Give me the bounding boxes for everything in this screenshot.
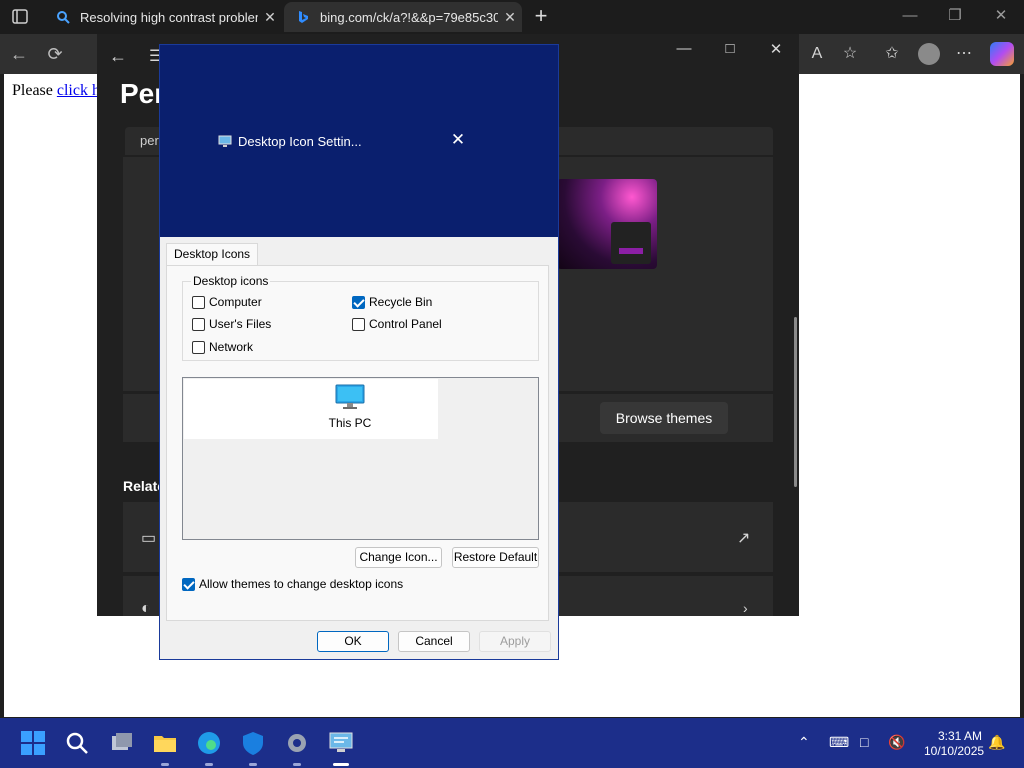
more-icon[interactable]: ⋯ [952,43,976,67]
checkbox-box[interactable] [192,340,205,354]
refresh-icon[interactable]: ⟳ [42,42,68,68]
tab-desktop-icons[interactable]: Desktop Icons [166,243,259,265]
checkbox-box[interactable] [192,295,205,309]
favorites-icon[interactable]: ✩ [880,43,904,67]
restore-default-button[interactable]: Restore Default [452,547,539,568]
keyboard-icon[interactable]: ⌨ [829,734,849,751]
tab-title: Resolving high contrast problems [80,9,258,25]
search-icon [57,11,70,24]
this-pc-label: This PC [328,416,372,430]
settings-back-icon[interactable]: ← [109,46,127,67]
favorite-star-icon[interactable]: ☆ [838,43,862,67]
restore-icon[interactable]: ❐ [940,4,970,28]
desktop-icon-list[interactable]: This PC [182,377,539,540]
search-icon[interactable] [64,730,90,756]
desktop-icon-settings-dialog: Desktop Icon Settin... ✕ Desktop Icons D… [159,44,559,660]
checkbox-box[interactable] [182,577,195,591]
tab-title: bing.com/ck/a?!&&p=79e85c305 [320,9,498,25]
external-link-icon: ↗ [737,530,751,547]
theme-swatch [611,222,651,264]
browser-tab-bar: Resolving high contrast problems ✕ bing.… [0,0,1024,34]
system-clock[interactable]: 3:31 AM 10/10/2025 [924,729,985,759]
show-hidden-icons-icon[interactable]: ⌃ [798,734,810,751]
notification-icon[interactable]: 🔔 [988,734,1005,751]
recycle-bin-checkbox[interactable]: Recycle Bin [352,295,432,309]
tab-resolving-high-contrast[interactable]: Resolving high contrast problems ✕ [44,2,282,32]
settings-maximize-icon[interactable]: □ [715,40,745,57]
page-message: Please click h [12,82,100,100]
checkbox-label: Allow themes to change desktop icons [199,577,404,591]
monitor-icon: ▭ [141,530,157,547]
bing-icon [299,11,308,23]
running-indicator [205,763,213,766]
profile-avatar[interactable] [918,43,940,65]
defender-shield-icon[interactable] [240,730,266,756]
display-icon[interactable]: □ [860,734,868,750]
checkbox-box[interactable] [352,295,365,309]
settings-minimize-icon[interactable]: — [669,40,699,57]
settings-close-icon[interactable]: ✕ [761,40,791,58]
close-icon[interactable]: ✕ [986,4,1016,28]
minimize-icon[interactable]: — [895,4,925,28]
contrast-icon: ◐ [141,600,151,616]
back-icon[interactable]: ← [6,42,32,68]
checkbox-label: Control Panel [369,317,442,331]
apply-button[interactable]: Apply [479,631,551,652]
page-message-text: Please [12,82,53,99]
tab-bing[interactable]: bing.com/ck/a?!&&p=79e85c305 ✕ [284,2,522,32]
computer-checkbox[interactable]: Computer [192,295,262,309]
allow-themes-checkbox[interactable]: Allow themes to change desktop icons [182,577,403,591]
desktop-icon-settings-taskbar-icon[interactable] [328,730,354,756]
icon-item-this-pc[interactable] [184,379,438,439]
users-files-checkbox[interactable]: User's Files [192,317,271,331]
checkbox-label: Computer [209,295,262,309]
task-view-icon[interactable] [108,730,134,756]
dialog-close-icon[interactable]: ✕ [448,130,468,150]
checkbox-label: Network [209,340,254,354]
taskbar: ⌃ ⌨ □ 🔇 3:31 AM 10/10/2025 🔔 [0,718,1024,768]
checkbox-label: User's Files [209,317,272,331]
tab-close-icon[interactable]: ✕ [258,9,282,26]
start-icon[interactable] [20,730,46,756]
dialog-title: Desktop Icon Settin... [238,134,362,149]
running-indicator [249,763,257,766]
dialog-titlebar[interactable]: Desktop Icon Settin... ✕ [160,45,558,237]
desktop-settings-icon [218,135,232,147]
clock-time: 3:31 AM [937,729,982,743]
dialog-panel: Desktop icons Computer Recycle Bin User'… [166,265,549,621]
clock-date: 10/10/2025 [924,744,985,758]
checkbox-label: Recycle Bin [369,295,433,309]
cancel-button[interactable]: Cancel [398,631,470,652]
page-link[interactable]: click h [57,82,100,99]
settings-scrollbar[interactable] [794,317,797,487]
group-label: Desktop icons [191,274,271,288]
network-checkbox[interactable]: Network [192,340,253,354]
edge-icon[interactable] [196,730,222,756]
checkbox-box[interactable] [192,317,205,331]
tab-actions-icon[interactable] [8,6,32,28]
control-panel-checkbox[interactable]: Control Panel [352,317,442,331]
new-tab-button[interactable]: + [528,4,554,30]
desktop-icons-group: Desktop icons Computer Recycle Bin User'… [182,274,539,361]
running-indicator [161,763,169,766]
copilot-icon[interactable] [990,42,1014,66]
settings-gear-icon[interactable] [284,730,310,756]
read-aloud-icon[interactable]: A [805,43,829,67]
change-icon-button[interactable]: Change Icon... [355,547,442,568]
ok-button[interactable]: OK [317,631,389,652]
browse-themes-button[interactable]: Browse themes [600,402,728,434]
this-pc-icon [335,384,365,409]
volume-muted-icon[interactable]: 🔇 [888,734,905,751]
active-indicator [333,763,349,766]
file-explorer-icon[interactable] [152,730,178,756]
checkbox-box[interactable] [352,317,365,331]
running-indicator [293,763,301,766]
chevron-right-icon: › [743,600,748,616]
tab-close-icon[interactable]: ✕ [498,9,522,26]
